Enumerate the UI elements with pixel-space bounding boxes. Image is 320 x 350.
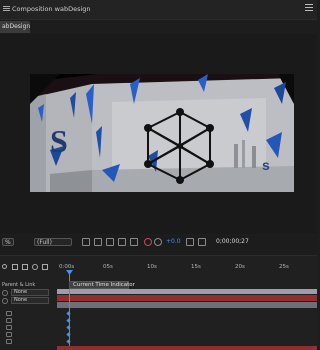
region-of-interest-icon[interactable] xyxy=(82,238,90,246)
layer-duration-bar[interactable] xyxy=(57,302,317,308)
parent-link-header: Parent & Link xyxy=(2,282,36,288)
pick-whip-icon[interactable] xyxy=(2,298,8,304)
layer-duration-bar[interactable] xyxy=(57,295,317,301)
pick-whip-icon[interactable] xyxy=(2,290,8,296)
layer-switch-icon[interactable] xyxy=(6,318,12,323)
view-options-icon[interactable] xyxy=(130,238,138,246)
show-snapshot-icon[interactable] xyxy=(198,238,206,246)
rendered-frame: S s xyxy=(30,74,294,192)
draft-3d-icon[interactable] xyxy=(22,264,28,270)
composition-panel-header: Composition wabDesign xyxy=(0,0,317,20)
svg-text:s: s xyxy=(262,157,270,173)
ruler-tick: 05s xyxy=(103,264,113,270)
layer-switch-icon[interactable] xyxy=(6,311,12,316)
viewer-controls: % (Full) +0.0 0;00;00;27 xyxy=(0,236,317,248)
time-ruler[interactable]: 0:00s 05s 10s 15s 20s 25s xyxy=(57,264,317,274)
timeline-panel: 0:00s 05s 10s 15s 20s 25s Current Time I… xyxy=(0,255,317,350)
composition-viewer[interactable]: S s xyxy=(0,34,317,234)
composition-canvas[interactable]: S s xyxy=(30,74,294,192)
color-management-icon[interactable] xyxy=(154,238,162,246)
panel-options-icon[interactable] xyxy=(305,4,313,12)
ruler-tick: 15s xyxy=(191,264,201,270)
ruler-tick: 20s xyxy=(235,264,245,270)
grid-guides-icon[interactable] xyxy=(118,238,126,246)
ruler-tick: 10s xyxy=(147,264,157,270)
search-layers-icon[interactable] xyxy=(2,264,8,270)
parent-row: None xyxy=(2,297,50,304)
motion-blur-icon[interactable] xyxy=(42,264,48,270)
mask-visibility-icon[interactable] xyxy=(106,238,114,246)
layer-duration-bar[interactable] xyxy=(57,346,317,350)
svg-text:S: S xyxy=(50,123,68,159)
current-timecode[interactable]: 0;00;00;27 xyxy=(216,238,249,245)
panel-menu-icon[interactable] xyxy=(3,6,10,11)
snapshot-camera-icon[interactable] xyxy=(186,238,194,246)
exposure-value[interactable]: +0.0 xyxy=(166,238,181,246)
shy-layers-icon[interactable] xyxy=(32,264,38,270)
zoom-dropdown[interactable]: % xyxy=(2,238,14,246)
transparency-grid-icon[interactable] xyxy=(94,238,102,246)
parent-dropdown[interactable]: None xyxy=(11,289,49,296)
comp-flowchart-icon[interactable] xyxy=(12,264,18,270)
ruler-tick: 25s xyxy=(279,264,289,270)
work-area-bar[interactable] xyxy=(57,289,317,294)
composition-tab[interactable]: abDesign xyxy=(0,21,30,33)
layer-switch-icon[interactable] xyxy=(6,325,12,330)
cti-tooltip: Current Time Indicator xyxy=(69,281,135,289)
parent-dropdown[interactable]: None xyxy=(11,297,49,304)
composition-tab-label: abDesign xyxy=(2,23,31,30)
color-channels-icon[interactable] xyxy=(144,238,152,246)
ruler-tick: 0:00s xyxy=(59,264,75,270)
parent-row: None xyxy=(2,289,50,296)
layer-switch-icon[interactable] xyxy=(6,332,12,337)
layer-switch-icon[interactable] xyxy=(6,339,12,344)
resolution-dropdown[interactable]: (Full) xyxy=(34,238,72,246)
panel-title[interactable]: Composition wabDesign xyxy=(12,5,91,13)
